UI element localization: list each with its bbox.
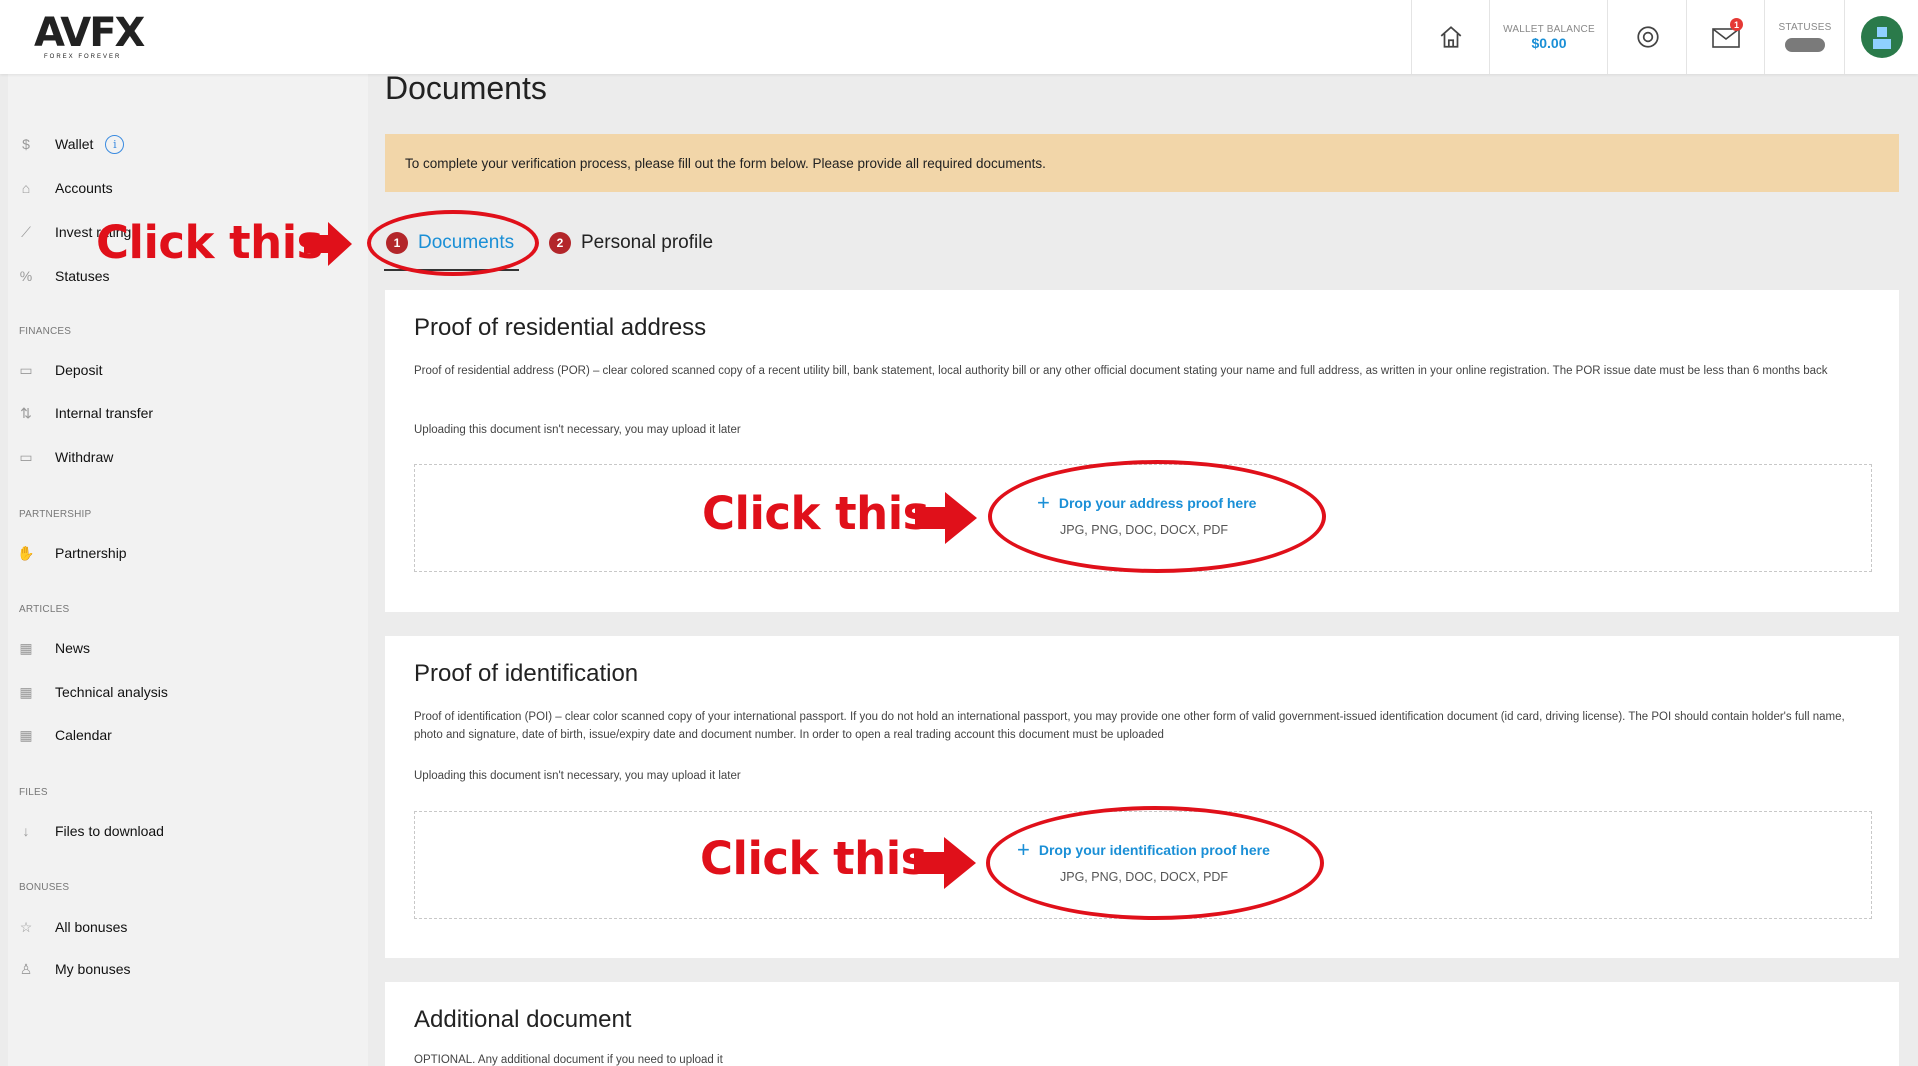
card-description: Proof of identification (POI) – clear co… — [414, 711, 1845, 741]
messages-button[interactable]: 1 — [1686, 0, 1765, 74]
withdraw-icon: ▭ — [19, 448, 33, 465]
sidebar-item-internal-transfer[interactable]: ⇅ Internal transfer — [16, 400, 153, 426]
sidebar-item-label: Deposit — [55, 362, 103, 378]
sidebar-item-files-to-download[interactable]: ↓ Files to download — [16, 818, 164, 844]
support-button[interactable] — [1607, 0, 1687, 74]
brand-logo[interactable]: AVFX FOREX FOREVER — [34, 12, 154, 62]
handshake-icon: ✋ — [17, 544, 35, 561]
verification-alert: To complete your verification process, p… — [385, 134, 1899, 192]
mail-badge: 1 — [1730, 18, 1743, 31]
sidebar-item-technical-analysis[interactable]: ▦ Technical analysis — [16, 679, 168, 705]
highlight-ellipse — [367, 210, 539, 276]
red-arrow-icon — [915, 492, 977, 544]
sidebar-item-withdraw[interactable]: ▭ Withdraw — [16, 444, 113, 470]
sidebar-item-label: Technical analysis — [55, 684, 168, 700]
card-note: Uploading this document isn't necessary,… — [414, 770, 741, 782]
sidebar-item-calendar[interactable]: ▦ Calendar — [16, 722, 112, 748]
page-title: Documents — [385, 70, 547, 106]
annotation-click-this-tab: Click this — [96, 216, 323, 269]
sidebar-item-accounts[interactable]: ⌂ Accounts — [16, 175, 113, 201]
card-additional-document: Additional document OPTIONAL. Any additi… — [385, 982, 1899, 1066]
sidebar-item-deposit[interactable]: ▭ Deposit — [16, 357, 102, 383]
section-articles: ARTICLES — [19, 604, 70, 615]
sidebar-item-news[interactable]: ▦ News — [16, 635, 90, 661]
wallet-balance[interactable]: WALLET BALANCE $0.00 — [1489, 0, 1608, 74]
red-arrow-icon — [914, 837, 976, 889]
sidebar-item-label: Statuses — [55, 268, 110, 284]
lifebuoy-icon — [1636, 26, 1659, 48]
sidebar-item-wallet[interactable]: $ Wallet i — [16, 131, 125, 157]
calendar-icon: ▦ — [19, 726, 33, 743]
analysis-icon: ▦ — [19, 683, 33, 700]
tab-label: Personal profile — [581, 232, 714, 253]
logo-tagline: FOREX FOREVER — [44, 54, 122, 60]
sidebar-item-my-bonuses[interactable]: ♙ My bonuses — [16, 956, 131, 982]
section-bonuses: BONUSES — [19, 882, 70, 893]
sidebar-item-label: Withdraw — [55, 449, 114, 465]
highlight-ellipse — [986, 806, 1324, 920]
card-title: Proof of residential address — [414, 314, 707, 341]
alert-text: To complete your verification process, p… — [405, 155, 1046, 171]
statuses-label: STATUSES — [1778, 22, 1832, 33]
avatar — [1861, 16, 1903, 58]
section-partnership: PARTNERSHIP — [19, 509, 92, 520]
home-icon: ⌂ — [21, 180, 31, 196]
status-progress-icon — [1785, 38, 1825, 52]
sidebar-item-label: Wallet — [55, 136, 94, 152]
annotation-click-this-address: Click this — [702, 487, 929, 540]
section-files: FILES — [19, 787, 48, 798]
wallet-balance-label: WALLET BALANCE — [1503, 23, 1595, 35]
user-icon: ♙ — [19, 960, 33, 977]
logo-text: AVFX — [34, 10, 145, 56]
star-icon: ☆ — [19, 918, 33, 935]
top-header: AVFX FOREX FOREVER WALLET BALANCE $0.00 … — [0, 0, 1918, 74]
dollar-icon: $ — [22, 136, 30, 152]
sidebar-item-label: My bonuses — [55, 961, 131, 977]
card-title: Proof of identification — [414, 660, 639, 687]
wallet-balance-value: $0.00 — [1531, 34, 1567, 51]
card-description: OPTIONAL. Any additional document if you… — [414, 1054, 723, 1066]
transfer-icon: ⇅ — [20, 404, 32, 421]
percent-icon: % — [19, 268, 33, 284]
sidebar-item-label: Files to download — [55, 823, 164, 839]
home-button[interactable] — [1411, 0, 1490, 74]
sidebar-item-label: Partnership — [55, 545, 127, 561]
info-icon[interactable]: i — [105, 134, 125, 154]
download-icon: ↓ — [22, 823, 30, 839]
card-title: Additional document — [414, 1006, 632, 1033]
sidebar-item-partnership[interactable]: ✋ Partnership — [16, 540, 127, 566]
card-description: Proof of residential address (POR) – cle… — [414, 365, 1828, 377]
annotation-click-this-identification: Click this — [700, 832, 927, 885]
section-finances: FINANCES — [19, 326, 72, 337]
tab-personal-profile[interactable]: 2 Personal profile — [549, 228, 713, 258]
statuses-button[interactable]: STATUSES — [1764, 0, 1845, 74]
sidebar-item-label: Internal transfer — [55, 405, 154, 421]
user-avatar-icon — [1873, 27, 1891, 49]
sidebar-item-all-bonuses[interactable]: ☆ All bonuses — [16, 914, 128, 940]
user-menu[interactable] — [1844, 0, 1918, 74]
home-icon — [1440, 26, 1462, 48]
deposit-icon: ▭ — [19, 361, 33, 378]
step-number: 2 — [549, 232, 571, 254]
sidebar-item-label: News — [55, 640, 91, 656]
sidebar-item-label: Calendar — [55, 727, 112, 743]
trend-icon: ⟋ — [21, 223, 31, 240]
card-note: Uploading this document isn't necessary,… — [414, 424, 741, 436]
news-icon: ▦ — [19, 639, 33, 656]
sidebar-item-label: Accounts — [55, 180, 113, 196]
highlight-ellipse — [988, 460, 1326, 573]
sidebar-item-label: All bonuses — [55, 919, 128, 935]
red-arrow-icon — [304, 222, 352, 266]
